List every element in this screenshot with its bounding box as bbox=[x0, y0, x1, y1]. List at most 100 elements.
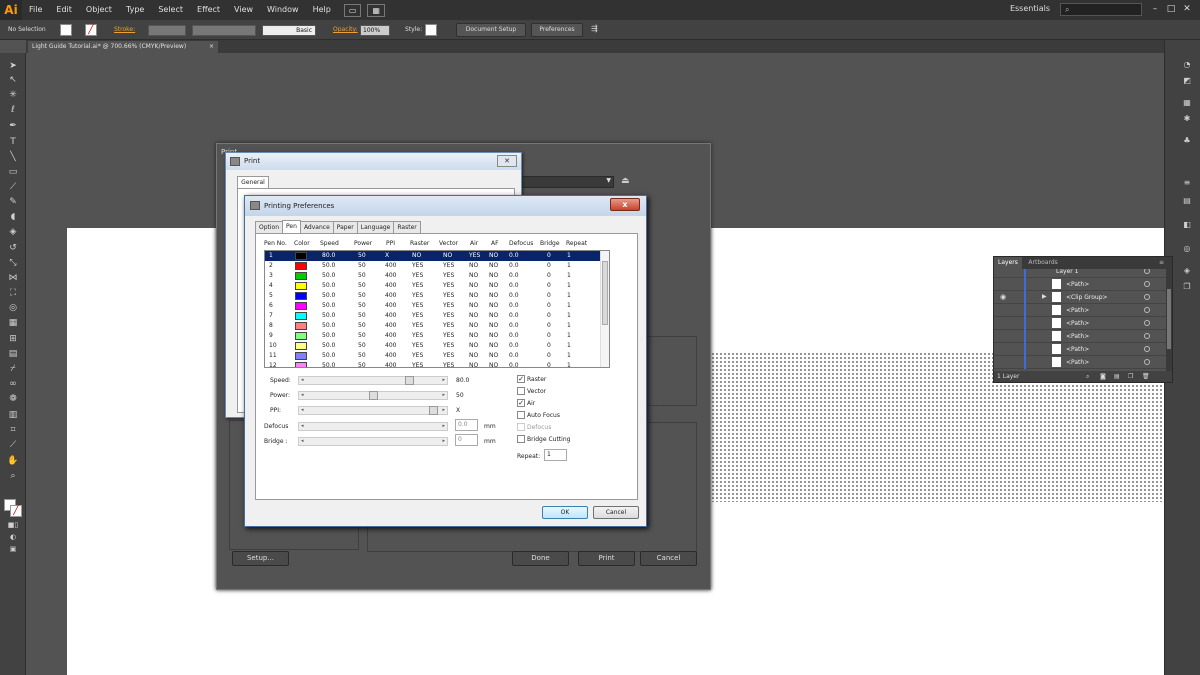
symbols-panel-icon[interactable]: ♣ bbox=[1181, 136, 1193, 146]
ppi-slider[interactable]: ◂ ▸ bbox=[298, 406, 448, 415]
paintbrush-tool-icon[interactable]: ⟋ bbox=[6, 181, 20, 193]
bridge-icon[interactable]: ▭ bbox=[343, 3, 362, 17]
rotate-tool-icon[interactable]: ↺ bbox=[6, 242, 20, 254]
opacity-label[interactable]: Opacity: bbox=[333, 26, 358, 33]
scrollbar-thumb[interactable] bbox=[1167, 289, 1171, 349]
document-setup-button[interactable]: Document Setup bbox=[456, 23, 526, 37]
eraser-tool-icon[interactable]: ◈ bbox=[6, 226, 20, 238]
delete-layer-icon[interactable]: 🗑 bbox=[1142, 371, 1150, 382]
variable-width-profile[interactable] bbox=[192, 25, 256, 36]
shape-builder-tool-icon[interactable]: ◎ bbox=[6, 302, 20, 314]
perspective-grid-tool-icon[interactable]: ▦ bbox=[6, 317, 20, 329]
arrow-left-icon[interactable]: ◂ bbox=[301, 407, 304, 414]
arrow-right-icon[interactable]: ▸ bbox=[442, 377, 445, 384]
pen-row[interactable]: 1 80.0 50 X NO NO YES NO 0.0 0 1 bbox=[265, 251, 601, 261]
artboard-tool-icon[interactable]: ⌗ bbox=[6, 424, 20, 436]
eyedropper-tool-icon[interactable]: ⌿ bbox=[6, 363, 20, 375]
defocus-input[interactable]: 0.0 bbox=[455, 419, 478, 431]
pen-row[interactable]: 9 50.0 50 400 YES YES NO NO 0.0 0 1 bbox=[265, 331, 601, 341]
lasso-tool-icon[interactable]: ℓ bbox=[6, 104, 20, 116]
width-tool-icon[interactable]: ⋈ bbox=[6, 272, 20, 284]
pen-row[interactable]: 12 50.0 50 400 YES YES NO NO 0.0 0 1 bbox=[265, 361, 601, 367]
swatches-panel-icon[interactable]: ▦ bbox=[1181, 98, 1193, 108]
tab-layers[interactable]: Layers bbox=[994, 257, 1022, 269]
blend-tool-icon[interactable]: ∞ bbox=[6, 378, 20, 390]
cancel-button[interactable]: Cancel bbox=[640, 551, 697, 566]
menu-select[interactable]: Select bbox=[151, 0, 190, 20]
pen-row[interactable]: 8 50.0 50 400 YES YES NO NO 0.0 0 1 bbox=[265, 321, 601, 331]
power-slider[interactable]: ◂ ▸ bbox=[298, 391, 448, 400]
menu-window[interactable]: Window bbox=[260, 0, 306, 20]
slice-tool-icon[interactable]: ⟋ bbox=[6, 439, 20, 451]
arrow-right-icon[interactable]: ▸ bbox=[442, 392, 445, 399]
pen-row[interactable]: 6 50.0 50 400 YES YES NO NO 0.0 0 1 bbox=[265, 301, 601, 311]
stroke-weight-field[interactable] bbox=[148, 25, 186, 36]
layers-scrollbar[interactable] bbox=[1166, 269, 1172, 371]
defocus-slider[interactable]: ◂ ▸ bbox=[298, 422, 448, 431]
menu-edit[interactable]: Edit bbox=[49, 0, 79, 20]
menu-help[interactable]: Help bbox=[306, 0, 338, 20]
align-icon[interactable]: ⇶ bbox=[591, 24, 598, 33]
pen-row[interactable]: 7 50.0 50 400 YES YES NO NO 0.0 0 1 bbox=[265, 311, 601, 321]
brushes-panel-icon[interactable]: ✱ bbox=[1181, 114, 1193, 124]
magic-wand-tool-icon[interactable]: ✳ bbox=[6, 89, 20, 101]
arrow-right-icon[interactable]: ▸ bbox=[442, 407, 445, 414]
arrow-left-icon[interactable]: ◂ bbox=[301, 377, 304, 384]
air-checkbox[interactable]: ✓ bbox=[517, 399, 525, 407]
opacity-field[interactable]: 100% bbox=[360, 25, 390, 36]
setup-button[interactable]: Setup... bbox=[232, 551, 289, 566]
raster-checkbox[interactable]: ✓ bbox=[517, 375, 525, 383]
save-preset-icon[interactable]: ⏏ bbox=[621, 176, 630, 186]
direct-selection-tool-icon[interactable]: ↖ bbox=[6, 74, 20, 86]
stroke-panel-icon[interactable]: ≡ bbox=[1181, 178, 1193, 188]
column-graph-tool-icon[interactable]: ▥ bbox=[6, 409, 20, 421]
tab-language[interactable]: Language bbox=[356, 221, 395, 233]
layer-row[interactable]: <Path> bbox=[994, 356, 1166, 369]
target-icon[interactable] bbox=[1144, 359, 1150, 365]
tab-pen[interactable]: Pen bbox=[282, 220, 301, 233]
arrow-left-icon[interactable]: ◂ bbox=[301, 423, 304, 430]
mesh-tool-icon[interactable]: ⊞ bbox=[6, 333, 20, 345]
arrow-right-icon[interactable]: ▸ bbox=[442, 423, 445, 430]
target-icon[interactable] bbox=[1144, 307, 1150, 313]
create-new-layer-icon[interactable]: ❐ bbox=[1128, 371, 1133, 382]
locate-object-icon[interactable]: ⌕ bbox=[1086, 371, 1089, 382]
defocus-checkbox[interactable] bbox=[517, 423, 525, 431]
line-tool-icon[interactable]: ╲ bbox=[6, 151, 20, 163]
layer-row[interactable]: <Path> bbox=[994, 278, 1166, 291]
gradient-tool-icon[interactable]: ▤ bbox=[6, 348, 20, 360]
pen-tool-icon[interactable]: ✒ bbox=[6, 120, 20, 132]
layer-row[interactable]: <Path> bbox=[994, 343, 1166, 356]
stroke-swatch[interactable]: ╱ bbox=[85, 24, 97, 36]
hand-tool-icon[interactable]: ✋ bbox=[6, 455, 20, 467]
close-tab-icon[interactable]: × bbox=[209, 41, 214, 53]
layer-row[interactable]: <Path> bbox=[994, 304, 1166, 317]
workspace-switcher[interactable]: Essentials bbox=[1010, 4, 1050, 13]
bridge-input[interactable]: 0 bbox=[455, 434, 478, 446]
type-tool-icon[interactable]: T bbox=[6, 136, 20, 148]
pen-row[interactable]: 11 50.0 50 400 YES YES NO NO 0.0 0 1 bbox=[265, 351, 601, 361]
menu-effect[interactable]: Effect bbox=[190, 0, 227, 20]
create-sublayer-icon[interactable]: ▤ bbox=[1114, 371, 1120, 382]
slider-thumb[interactable] bbox=[429, 406, 438, 415]
pen-row[interactable]: 5 50.0 50 400 YES YES NO NO 0.0 0 1 bbox=[265, 291, 601, 301]
pen-list-scrollbar[interactable] bbox=[600, 251, 609, 367]
tab-advance[interactable]: Advance bbox=[299, 221, 334, 233]
close-icon[interactable]: x bbox=[610, 198, 640, 211]
pencil-tool-icon[interactable]: ✎ bbox=[6, 196, 20, 208]
preset-dropdown[interactable]: ▼ bbox=[517, 176, 614, 188]
color-mode-icons[interactable]: ■▯ bbox=[6, 519, 20, 531]
target-icon[interactable] bbox=[1144, 320, 1150, 326]
layers-panel-icon[interactable]: ◈ bbox=[1181, 266, 1193, 276]
make-clipping-mask-icon[interactable]: ◙ bbox=[1100, 371, 1106, 382]
color-guide-icon[interactable]: ◩ bbox=[1181, 76, 1193, 86]
rectangle-tool-icon[interactable]: ▭ bbox=[6, 166, 20, 178]
print-button[interactable]: Print bbox=[578, 551, 635, 566]
fill-swatch[interactable] bbox=[60, 24, 72, 36]
preferences-button[interactable]: Preferences bbox=[531, 23, 583, 37]
graphic-styles-icon[interactable]: ◎ bbox=[1181, 244, 1193, 254]
drawing-modes-icon[interactable]: ◐ bbox=[6, 531, 20, 543]
selection-tool-icon[interactable]: ➤ bbox=[6, 60, 20, 72]
speed-slider[interactable]: ◂ ▸ bbox=[298, 376, 448, 385]
bridge-slider[interactable]: ◂ ▸ bbox=[298, 437, 448, 446]
